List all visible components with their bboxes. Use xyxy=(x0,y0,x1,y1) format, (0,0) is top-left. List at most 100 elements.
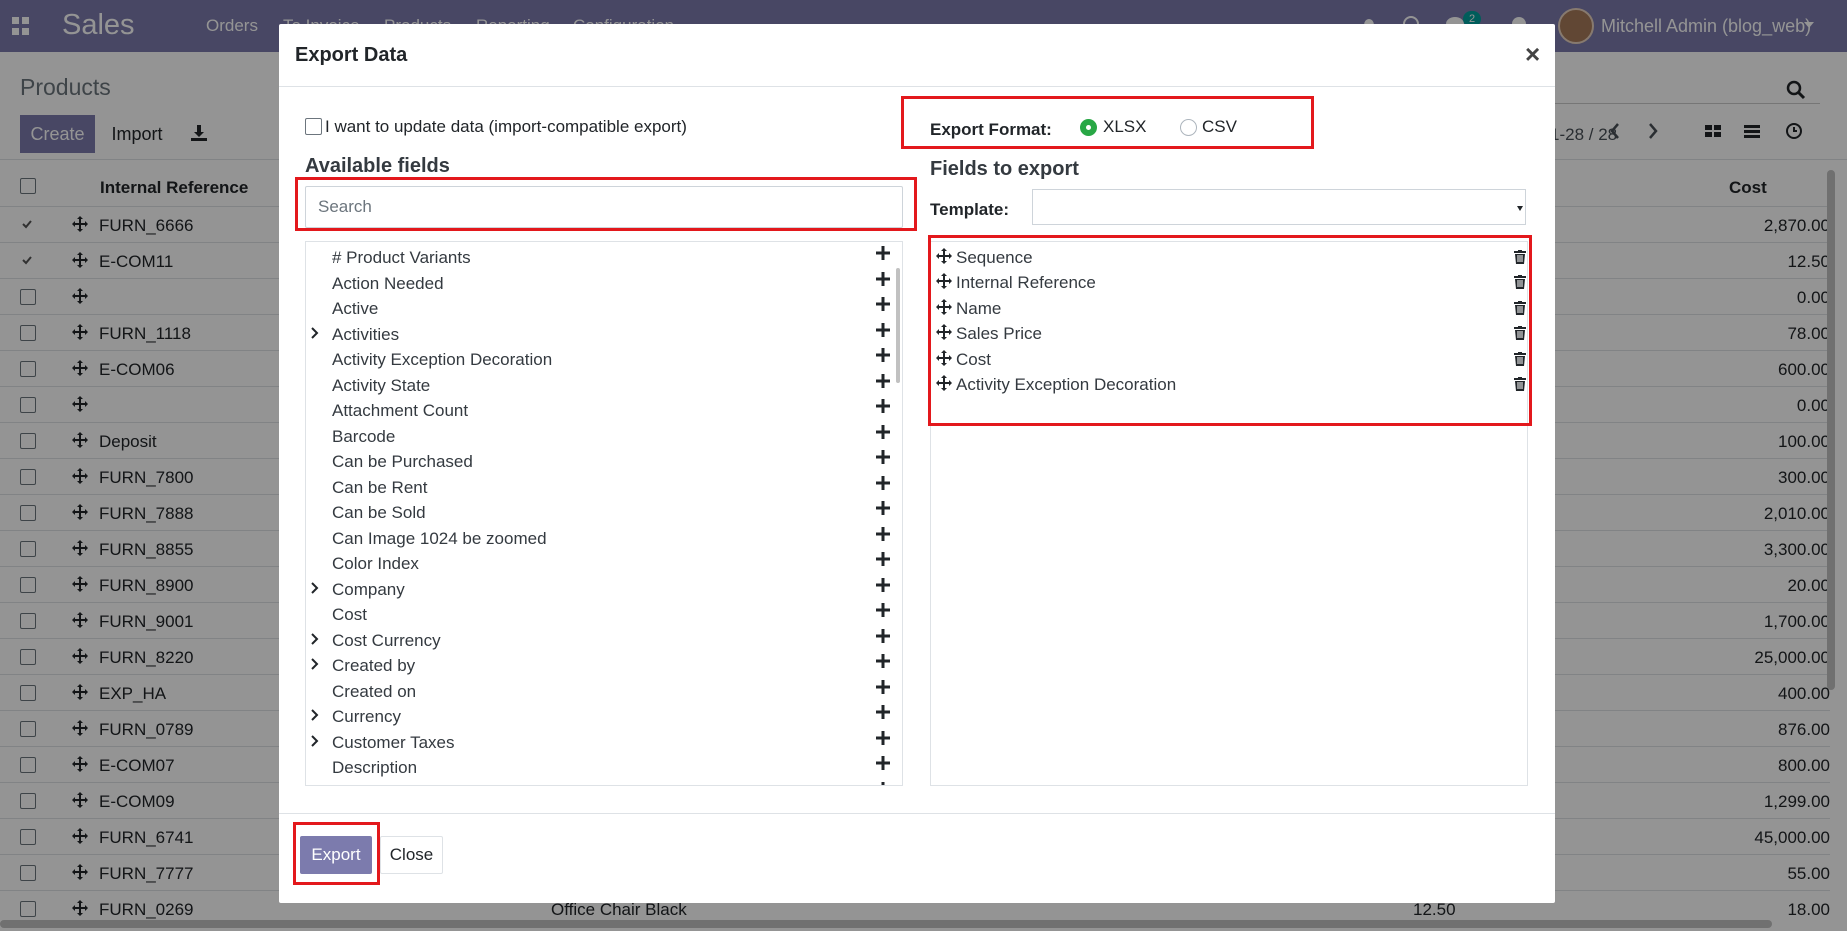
export-field-item[interactable]: Name xyxy=(931,297,1527,323)
available-field-label: Attachment Count xyxy=(332,401,469,420)
template-select[interactable] xyxy=(1032,189,1526,225)
available-fields-scrollbar[interactable] xyxy=(896,268,900,383)
export-field-item[interactable]: Sales Price xyxy=(931,322,1527,348)
add-field-icon[interactable] xyxy=(876,654,890,668)
available-field-item[interactable]: Activities xyxy=(306,322,896,349)
format-csv-radio[interactable] xyxy=(1180,119,1197,136)
format-xlsx-radio[interactable] xyxy=(1080,119,1097,136)
chevron-down-icon[interactable] xyxy=(1517,206,1523,211)
available-field-item[interactable]: Can Image 1024 be zoomed xyxy=(306,526,896,553)
available-field-item[interactable]: Cost Currency xyxy=(306,628,896,655)
chevron-right-icon[interactable] xyxy=(310,631,320,647)
drag-handle-icon[interactable] xyxy=(936,298,952,315)
available-field-label: Created by xyxy=(332,656,416,675)
available-field-label: Activity State xyxy=(332,375,431,395)
export-field-label: Sales Price xyxy=(956,324,1042,344)
trash-icon[interactable] xyxy=(1514,326,1526,341)
dialog-title: Export Data xyxy=(295,44,408,66)
fields-to-export-list: Sequence Internal Reference Name Sales Pric… xyxy=(930,241,1528,786)
available-field-label: Customer Taxes xyxy=(332,732,455,752)
drag-handle-icon[interactable] xyxy=(936,273,952,290)
export-field-label: Internal Reference xyxy=(956,273,1096,293)
add-field-icon[interactable] xyxy=(876,501,890,515)
add-field-icon[interactable] xyxy=(876,552,890,566)
add-field-icon[interactable] xyxy=(876,730,890,745)
format-xlsx-label[interactable]: XLSX xyxy=(1103,117,1146,137)
available-field-label: Created on xyxy=(332,681,417,701)
available-field-item[interactable]: Company xyxy=(306,577,896,604)
add-field-icon[interactable] xyxy=(876,781,890,785)
add-field-icon[interactable] xyxy=(876,475,890,490)
add-field-icon[interactable] xyxy=(876,577,890,592)
chevron-right-icon[interactable] xyxy=(310,325,320,341)
chevron-right-icon[interactable] xyxy=(310,707,320,723)
add-field-icon[interactable] xyxy=(876,271,890,286)
add-field-icon[interactable] xyxy=(876,628,890,643)
available-field-item[interactable]: Can be Purchased xyxy=(306,450,896,476)
add-field-icon[interactable] xyxy=(876,348,890,362)
available-field-item[interactable]: Attachment Count xyxy=(306,399,896,425)
trash-icon[interactable] xyxy=(1514,275,1526,290)
available-field-item[interactable]: Can be Sold xyxy=(306,501,896,527)
available-field-item[interactable]: Barcode xyxy=(306,424,896,451)
available-field-label: Color Index xyxy=(332,554,419,573)
trash-icon[interactable] xyxy=(1514,377,1526,391)
export-field-item[interactable]: Sequence xyxy=(931,246,1527,272)
add-field-icon[interactable] xyxy=(876,450,890,464)
available-field-item[interactable]: Can be Rent xyxy=(306,475,896,502)
export-field-label: Activity Exception Decoration xyxy=(956,375,1177,394)
available-field-label: Can Image 1024 be zoomed xyxy=(332,528,547,548)
export-field-item[interactable]: Internal Reference xyxy=(931,271,1527,297)
close-icon[interactable]: × xyxy=(1525,39,1540,70)
chevron-right-icon[interactable] xyxy=(310,580,320,596)
available-field-item[interactable]: Color Index xyxy=(306,552,896,578)
export-field-label: Sequence xyxy=(956,248,1033,267)
available-field-item[interactable]: Activity Exception Decoration xyxy=(306,348,896,374)
available-field-label: Action Needed xyxy=(332,273,444,293)
chevron-right-icon[interactable] xyxy=(310,733,320,749)
drag-handle-icon[interactable] xyxy=(936,324,952,341)
available-field-label: Cost Currency xyxy=(332,630,441,650)
available-field-item[interactable]: Display Name xyxy=(306,781,896,785)
export-field-item[interactable]: Cost xyxy=(931,348,1527,374)
add-field-icon[interactable] xyxy=(876,603,890,617)
drag-handle-icon[interactable] xyxy=(936,349,952,366)
available-field-item[interactable]: # Product Variants xyxy=(306,246,896,272)
export-field-label: Cost xyxy=(956,349,991,369)
available-field-item[interactable]: Currency xyxy=(306,705,896,731)
add-field-icon[interactable] xyxy=(876,424,890,439)
export-field-item[interactable]: Activity Exception Decoration xyxy=(931,373,1527,399)
trash-icon[interactable] xyxy=(1514,300,1526,315)
export-button[interactable]: Export xyxy=(300,836,372,874)
add-field-icon[interactable] xyxy=(876,756,890,770)
add-field-icon[interactable] xyxy=(876,526,890,541)
add-field-icon[interactable] xyxy=(876,373,890,388)
add-field-icon[interactable] xyxy=(876,705,890,719)
close-button[interactable]: Close xyxy=(380,836,443,874)
available-field-item[interactable]: Activity State xyxy=(306,373,896,400)
drag-handle-icon[interactable] xyxy=(936,375,952,391)
available-field-item[interactable]: Description xyxy=(306,756,896,782)
export-field-label: Name xyxy=(956,298,1002,318)
available-field-item[interactable]: Created on xyxy=(306,679,896,706)
add-field-icon[interactable] xyxy=(876,297,890,311)
available-field-item[interactable]: Active xyxy=(306,297,896,323)
available-field-item[interactable]: Customer Taxes xyxy=(306,730,896,757)
format-csv-label[interactable]: CSV xyxy=(1202,117,1237,137)
available-field-item[interactable]: Created by xyxy=(306,654,896,680)
import-compatible-checkbox[interactable] xyxy=(305,118,322,135)
chevron-right-icon[interactable] xyxy=(310,656,320,672)
add-field-icon[interactable] xyxy=(876,322,890,337)
trash-icon[interactable] xyxy=(1514,351,1526,366)
trash-icon[interactable] xyxy=(1514,250,1526,264)
add-field-icon[interactable] xyxy=(876,246,890,260)
add-field-icon[interactable] xyxy=(876,399,890,413)
available-field-item[interactable]: Action Needed xyxy=(306,271,896,298)
field-search-input[interactable] xyxy=(305,186,903,228)
available-fields-list: # Product Variants Action Needed Active Act… xyxy=(305,241,903,786)
drag-handle-icon[interactable] xyxy=(936,248,952,264)
import-compatible-label[interactable]: I want to update data (import-compatible… xyxy=(325,117,687,137)
add-field-icon[interactable] xyxy=(876,679,890,694)
dialog-header: Export Data × xyxy=(279,24,1555,87)
available-field-item[interactable]: Cost xyxy=(306,603,896,629)
